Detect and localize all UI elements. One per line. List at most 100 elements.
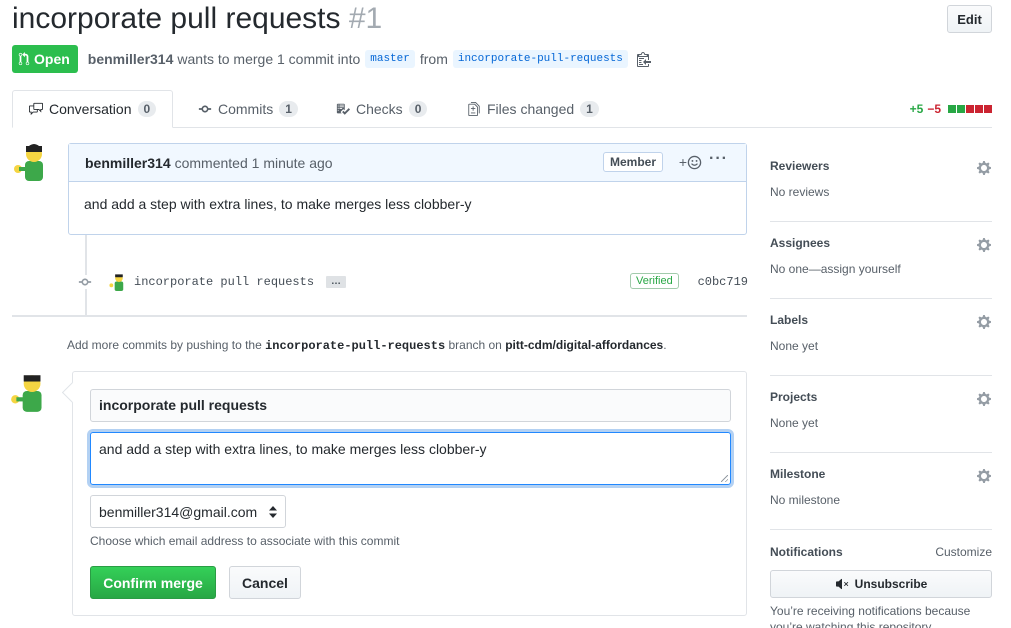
resize-handle[interactable]: [721, 475, 728, 482]
tab-conversation[interactable]: Conversation 0: [12, 90, 174, 128]
comment-discussion-icon: [29, 102, 43, 116]
clippy-icon[interactable]: [636, 51, 651, 67]
head-branch[interactable]: incorporate-pull-requests: [452, 50, 628, 68]
from-text: from: [419, 51, 448, 67]
sidebar-projects: Projects None yet: [770, 376, 992, 453]
unsubscribe-label: Unsubscribe: [854, 577, 928, 591]
comment-author-link[interactable]: benmiller314: [85, 155, 171, 171]
state-badge: Open: [12, 45, 78, 73]
git-commit-icon: [78, 275, 92, 289]
kebab-horizontal-icon[interactable]: ···: [709, 150, 728, 168]
notifications-reason: You’re receiving notifications because y…: [770, 604, 971, 628]
push-hint: Add more commits by pushing to the incor…: [67, 338, 667, 353]
commit-title-input[interactable]: incorporate pull requests: [90, 389, 731, 422]
select-arrows-icon: [269, 505, 277, 518]
pr-title: incorporate pull requests #1: [12, 2, 382, 36]
tab-checks-label: Checks: [356, 100, 403, 117]
smiley-icon: [687, 155, 702, 169]
diffstat-block: [975, 105, 983, 113]
diffstat-block: [957, 105, 965, 113]
pr-author-link[interactable]: benmiller314: [88, 51, 174, 67]
comment-body: and add a step with extra lines, to make…: [84, 196, 472, 212]
diffstat-deletions: −5: [927, 102, 941, 116]
email-select[interactable]: benmiller314@gmail.com: [90, 495, 286, 528]
tab-files-changed[interactable]: Files changed 1: [467, 90, 599, 127]
plus-icon: +: [678, 154, 687, 170]
email-hint: Choose which email address to associate …: [90, 534, 400, 548]
sidebar-heading: Milestone: [770, 467, 826, 481]
state-label: Open: [34, 51, 70, 67]
git-pull-request-icon: [18, 52, 30, 66]
base-branch[interactable]: master: [365, 50, 415, 68]
avatar-image: [11, 141, 53, 183]
comment-box: benmiller314 commented 1 minute ago Memb…: [68, 143, 747, 235]
gear-icon[interactable]: [976, 468, 992, 484]
member-badge: Member: [602, 152, 663, 172]
push-hint-suffix: .: [663, 338, 667, 352]
tab-checks-count: 0: [408, 100, 428, 117]
commit-sha-link[interactable]: c0bc719: [698, 275, 748, 289]
sidebar-value: No milestone: [770, 493, 841, 507]
add-reaction-button[interactable]: +: [679, 154, 702, 170]
pr-tabs: Conversation 0 Commits 1 Checks 0 Files …: [12, 90, 992, 128]
avatar[interactable]: [8, 370, 52, 414]
sidebar-notifications: Notifications Customize Unsubscribe You’…: [770, 545, 992, 628]
tab-files-label: Files changed: [487, 100, 575, 117]
push-hint-middle: branch on: [448, 338, 502, 352]
tab-commits-count: 1: [279, 100, 298, 117]
gear-icon[interactable]: [976, 237, 992, 253]
pr-title-text: incorporate pull requests: [12, 2, 341, 35]
comment-timestamp[interactable]: commented 1 minute ago: [175, 155, 333, 171]
commit-row: incorporate pull requests … Verified c0b…: [78, 268, 748, 296]
push-hint-branch: incorporate-pull-requests: [265, 339, 446, 353]
commit-author-avatar[interactable]: [108, 272, 128, 292]
gear-icon[interactable]: [976, 314, 992, 330]
checklist-icon: [336, 103, 350, 115]
diffstat-blocks: [948, 105, 992, 113]
sidebar-heading: Projects: [770, 390, 818, 404]
pr-number: #1: [348, 2, 383, 35]
merge-description: wants to merge 1 commit into: [177, 51, 361, 67]
tab-commits[interactable]: Commits 1: [198, 90, 298, 127]
tab-conversation-label: Conversation: [49, 101, 132, 117]
gear-icon[interactable]: [976, 391, 992, 407]
diffstat[interactable]: +5 −5: [910, 102, 992, 116]
email-select-value: benmiller314@gmail.com: [99, 503, 258, 520]
tab-conversation-count: 0: [137, 101, 157, 117]
sidebar-heading: Reviewers: [770, 159, 830, 173]
avatar-image: [8, 370, 52, 414]
sidebar-milestone: Milestone No milestone: [770, 453, 992, 530]
diffstat-block: [984, 105, 992, 113]
gear-icon[interactable]: [976, 160, 992, 176]
pr-meta: Open benmiller314 wants to merge 1 commi…: [12, 45, 651, 73]
comment-header: benmiller314 commented 1 minute ago Memb…: [69, 144, 746, 182]
diffstat-additions: +5: [909, 102, 924, 116]
tab-checks[interactable]: Checks 0: [336, 90, 428, 127]
verified-badge[interactable]: Verified: [630, 273, 679, 289]
sidebar-value: None yet: [770, 339, 819, 353]
commit-expand-button[interactable]: …: [326, 276, 347, 288]
commit-body-textarea[interactable]: and add a step with extra lines, to make…: [90, 432, 731, 485]
merge-form: incorporate pull requests and add a step…: [72, 371, 747, 616]
commit-message-link[interactable]: incorporate pull requests: [134, 275, 314, 289]
diffstat-block: [948, 105, 956, 113]
tab-commits-label: Commits: [218, 100, 274, 117]
edit-button[interactable]: Edit: [947, 5, 992, 33]
unsubscribe-button[interactable]: Unsubscribe: [770, 570, 992, 598]
cancel-button[interactable]: Cancel: [229, 566, 301, 599]
timeline-divider: [12, 315, 747, 317]
sidebar-heading: Labels: [770, 313, 809, 327]
avatar[interactable]: [11, 141, 53, 183]
commit-body-text: and add a step with extra lines, to make…: [99, 441, 487, 457]
confirm-merge-button[interactable]: Confirm merge: [90, 566, 216, 599]
customize-link[interactable]: Customize: [935, 545, 992, 559]
sidebar-value[interactable]: No one—assign yourself: [770, 262, 901, 276]
sidebar-heading: Assignees: [770, 236, 831, 250]
sidebar-value: None yet: [770, 416, 819, 430]
push-hint-prefix: Add more commits by pushing to the: [67, 338, 262, 352]
git-commit-icon: [198, 105, 212, 112]
push-hint-repo[interactable]: pitt-cdm/digital-affordances: [505, 338, 663, 352]
sidebar-assignees: Assignees No one—assign yourself: [770, 222, 992, 299]
file-diff-icon: [468, 101, 480, 116]
sidebar-labels: Labels None yet: [770, 299, 992, 376]
